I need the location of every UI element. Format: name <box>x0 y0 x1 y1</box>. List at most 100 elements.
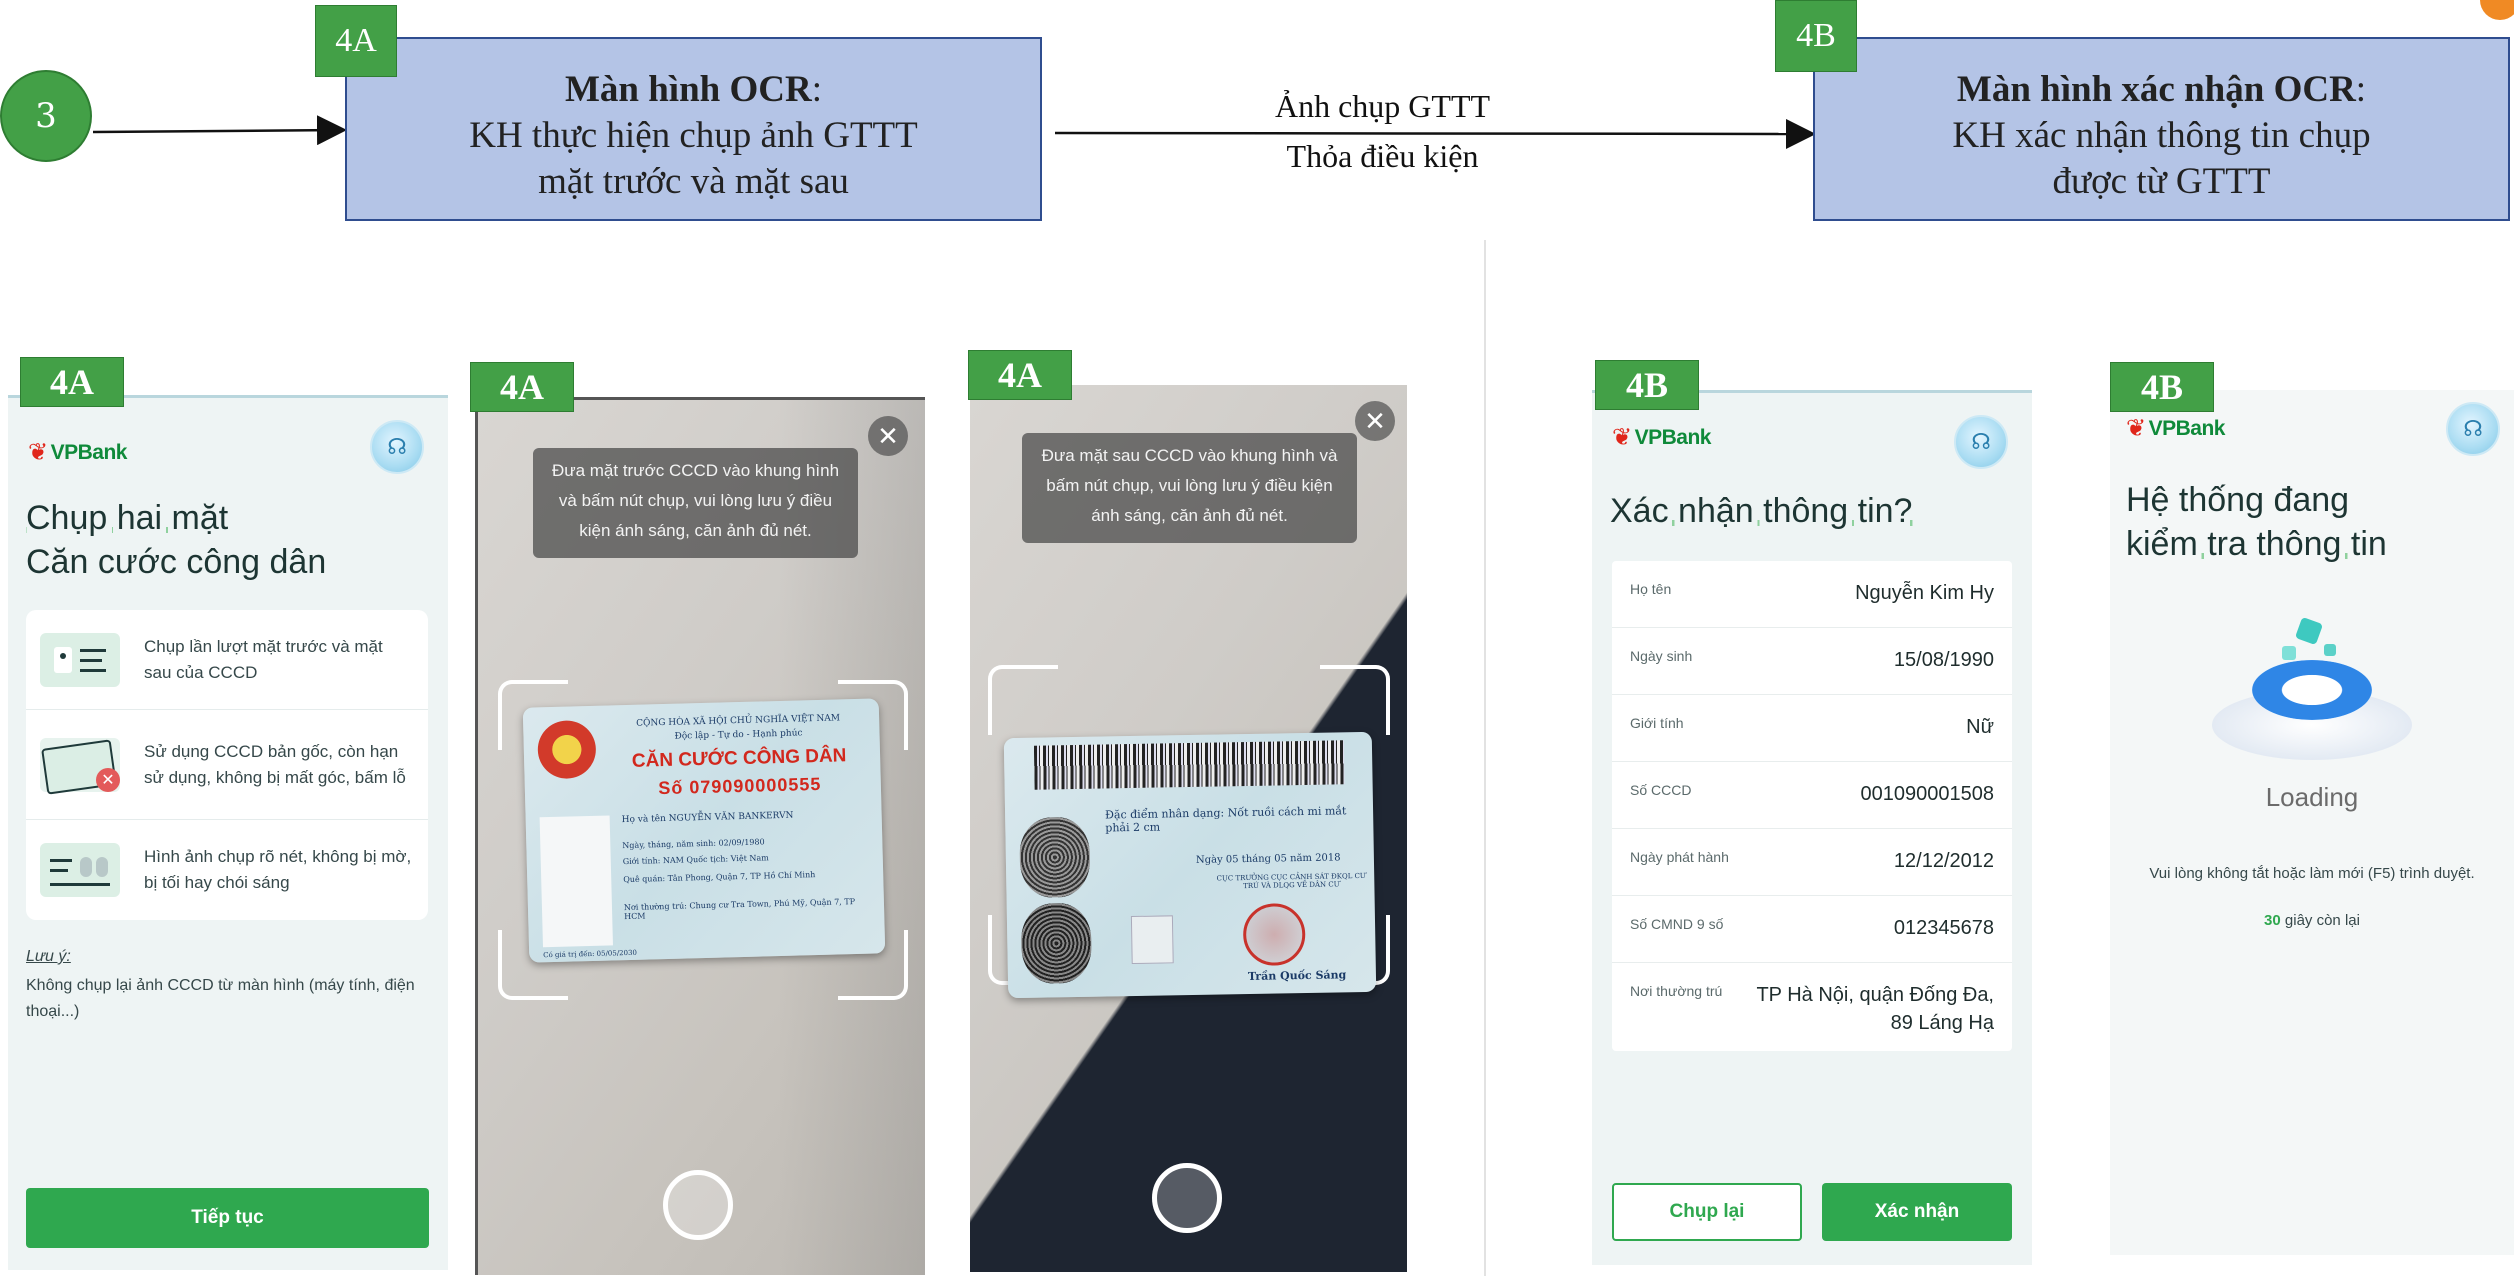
card-sex: Giới tính: NAM Quốc tịch: Việt Nam <box>622 853 769 867</box>
info-row-address: Nơi thường trú TP Hà Nội, quận Đống Đa, … <box>1612 963 2012 1051</box>
support-icon[interactable]: ☊ <box>2446 402 2500 456</box>
vpbank-logo-icon: ❦ <box>1612 424 1632 451</box>
screen-capture-back: Đưa mặt sau CCCD vào khung hình và bấm n… <box>970 385 1407 1272</box>
flow-box-ocr: Màn hình OCR: KH thực hiện chụp ảnh GTTT… <box>345 37 1042 221</box>
shutter-button[interactable] <box>663 1170 733 1240</box>
instructions-title: Chụp hai mặt Căn cước công dân <box>26 499 327 581</box>
info-value: Nguyễn Kim Hy <box>1855 582 1994 604</box>
flow-box-confirm-line1: KH xác nhận thông tin chụp <box>1952 115 2371 156</box>
tip-text: Hình ảnh chụp rõ nét, không bị mờ, bị tố… <box>144 847 412 892</box>
tips-card: Chụp lần lượt mặt trước và mặt sau của C… <box>26 610 428 920</box>
id-card-icon <box>40 632 120 687</box>
barcode <box>1033 740 1345 790</box>
card-photo <box>539 815 613 948</box>
flow-tag-4b: 4B <box>1775 0 1857 72</box>
screen-instructions: ❦ VPBank ☊ Chụp hai mặt Căn cước công dân… <box>8 395 448 1270</box>
frame-corner-top-right <box>1320 665 1390 735</box>
clear-image-icon <box>40 843 120 897</box>
info-row-old-id: Số CMND 9 số 012345678 <box>1612 896 2012 963</box>
info-value: 012345678 <box>1893 917 1994 939</box>
card-header-motto: Độc lập - Tự do - Hạnh phúc <box>674 728 803 742</box>
screen-tag-4b: 4B <box>2110 362 2214 412</box>
card-authority: CỤC TRƯỞNG CỤC CẢNH SÁT ĐKQL CƯ TRÚ VÀ D… <box>1216 871 1366 891</box>
flow-tag-4a: 4A <box>315 5 397 77</box>
official-seal <box>1242 903 1306 967</box>
loading-text: Loading <box>2265 782 2359 812</box>
countdown-suffix: giây còn lại <box>2284 912 2360 929</box>
vpbank-logo-icon: ❦ <box>28 439 48 466</box>
info-value: 15/08/1990 <box>1893 649 1994 671</box>
screen-capture-front: Đưa mặt trước CCCD vào khung hình và bấm… <box>475 397 925 1275</box>
tip-row: ✕ Sử dụng CCCD bản gốc, còn hạn sử dụng,… <box>26 710 428 820</box>
info-value: 12/12/2012 <box>1893 850 1994 872</box>
card-origin: Quê quán: Tân Phong, Quận 7, TP Hồ Chí M… <box>623 870 816 885</box>
countdown: 30 giây còn lại <box>2110 912 2514 929</box>
vpbank-logo: ❦ VPBank <box>2126 415 2225 442</box>
card-name: Họ và tên NGUYỄN VĂN BANKERVN <box>621 810 794 826</box>
close-button[interactable]: ✕ <box>1355 401 1395 441</box>
flow-box-confirm-line2: được từ GTTT <box>2052 161 2271 202</box>
card-title: CĂN CƯỚC CÔNG DÂN <box>631 745 847 772</box>
info-label: Họ tên <box>1630 581 1672 597</box>
close-button[interactable]: ✕ <box>868 416 908 456</box>
arrow-label-bottom: Thỏa điều kiện <box>1286 138 1479 174</box>
loading-animation-icon <box>2212 610 2412 770</box>
retake-button[interactable]: Chụp lại <box>1612 1183 1802 1241</box>
note-label: Lưu ý: <box>26 948 71 965</box>
info-row-issue-date: Ngày phát hành 12/12/2012 <box>1612 829 2012 896</box>
section-divider <box>1484 240 1486 1276</box>
fingerprint-left <box>1019 816 1091 898</box>
info-card: Họ tên Nguyễn Kim Hy Ngày sinh 15/08/199… <box>1612 561 2012 1051</box>
confirm-title: Xác nhận thông tin? <box>1610 492 1913 530</box>
card-dob: Ngày, tháng, năm sinh: 02/09/1980 <box>622 837 765 851</box>
fingerprint-right <box>1020 902 1093 984</box>
continue-button[interactable]: Tiếp tục <box>26 1188 429 1248</box>
screen-tag-4a: 4A <box>968 350 1072 400</box>
vpbank-logo-icon: ❦ <box>2126 415 2146 442</box>
note-text: Không chụp lại ảnh CCCD từ màn hình (máy… <box>26 977 415 1020</box>
screen-tag-4a: 4A <box>470 362 574 412</box>
info-label: Ngày sinh <box>1630 648 1693 664</box>
tip-row: Chụp lần lượt mặt trước và mặt sau của C… <box>26 610 428 710</box>
shutter-button[interactable] <box>1152 1163 1222 1233</box>
frame-corner-top-left <box>988 665 1058 735</box>
info-label: Số CCCD <box>1630 782 1692 798</box>
info-label: Số CMND 9 số <box>1630 916 1724 932</box>
card-date: Ngày 05 tháng 05 năm 2018 <box>1195 852 1341 866</box>
screen-tag-4a: 4A <box>20 357 124 407</box>
card-number: Số 079090000555 <box>658 773 822 799</box>
flow-box-ocr-line1: KH thực hiện chụp ảnh GTTT <box>469 115 918 156</box>
card-feature: Đặc điểm nhân dạng: Nốt ruồi cách mi mắt… <box>1105 804 1347 835</box>
info-label: Ngày phát hành <box>1630 849 1729 865</box>
arrow-ocr-to-confirm <box>1054 118 1816 149</box>
support-icon[interactable]: ☊ <box>1954 415 2008 469</box>
flow-box-ocr-line2: mặt trước và mặt sau <box>538 161 849 202</box>
info-row-dob: Ngày sinh 15/08/1990 <box>1612 628 2012 695</box>
national-emblem <box>537 719 597 780</box>
flow-box-confirm: Màn hình xác nhận OCR: KH xác nhận thông… <box>1813 37 2510 221</box>
support-icon[interactable]: ☊ <box>370 420 424 474</box>
card-signer: Trần Quốc Sáng <box>1247 968 1347 984</box>
flow-box-confirm-title: Màn hình xác nhận OCR: <box>1956 69 2367 110</box>
info-row-sex: Giới tính Nữ <box>1612 695 2012 762</box>
screen-confirm: ❦ VPBank ☊ Xác nhận thông tin? Họ tên Ngu… <box>1592 390 2032 1265</box>
arrow-label-top: Ảnh chụp GTTT <box>1274 88 1491 124</box>
confirm-button[interactable]: Xác nhận <box>1822 1183 2012 1241</box>
hologram-stamp <box>1130 915 1174 965</box>
info-row-name: Họ tên Nguyễn Kim Hy <box>1612 561 2012 628</box>
tip-text: Chụp lần lượt mặt trước và mặt sau của C… <box>144 636 383 682</box>
loading-notice: Vui lòng không tắt hoặc làm mới (F5) trì… <box>2149 865 2475 882</box>
capture-front-instruction: Đưa mặt trước CCCD vào khung hình và bấm… <box>533 448 858 558</box>
info-value: Nữ <box>1966 716 1994 738</box>
damaged-card-icon: ✕ <box>40 737 120 795</box>
info-label: Nơi thường trú <box>1630 983 1723 999</box>
info-value: TP Hà Nội, quận Đống Đa, 89 Láng Hạ <box>1756 984 1994 1034</box>
vpbank-logo: ❦ VPBank <box>28 439 127 466</box>
card-expiry: Có giá trị đến: 05/05/2030 <box>543 948 638 960</box>
info-row-id-number: Số CCCD 001090001508 <box>1612 762 2012 829</box>
capture-back-instruction: Đưa mặt sau CCCD vào khung hình và bấm n… <box>1022 433 1357 543</box>
flow-box-ocr-title: Màn hình OCR: <box>564 69 822 110</box>
screen-tag-4b: 4B <box>1595 360 1699 410</box>
loading-title: Hệ thống đang kiểm tra thông tin <box>2126 481 2387 563</box>
id-card-front: CỘNG HÒA XÃ HỘI CHỦ NGHĨA VIỆT NAM Độc l… <box>522 698 886 963</box>
